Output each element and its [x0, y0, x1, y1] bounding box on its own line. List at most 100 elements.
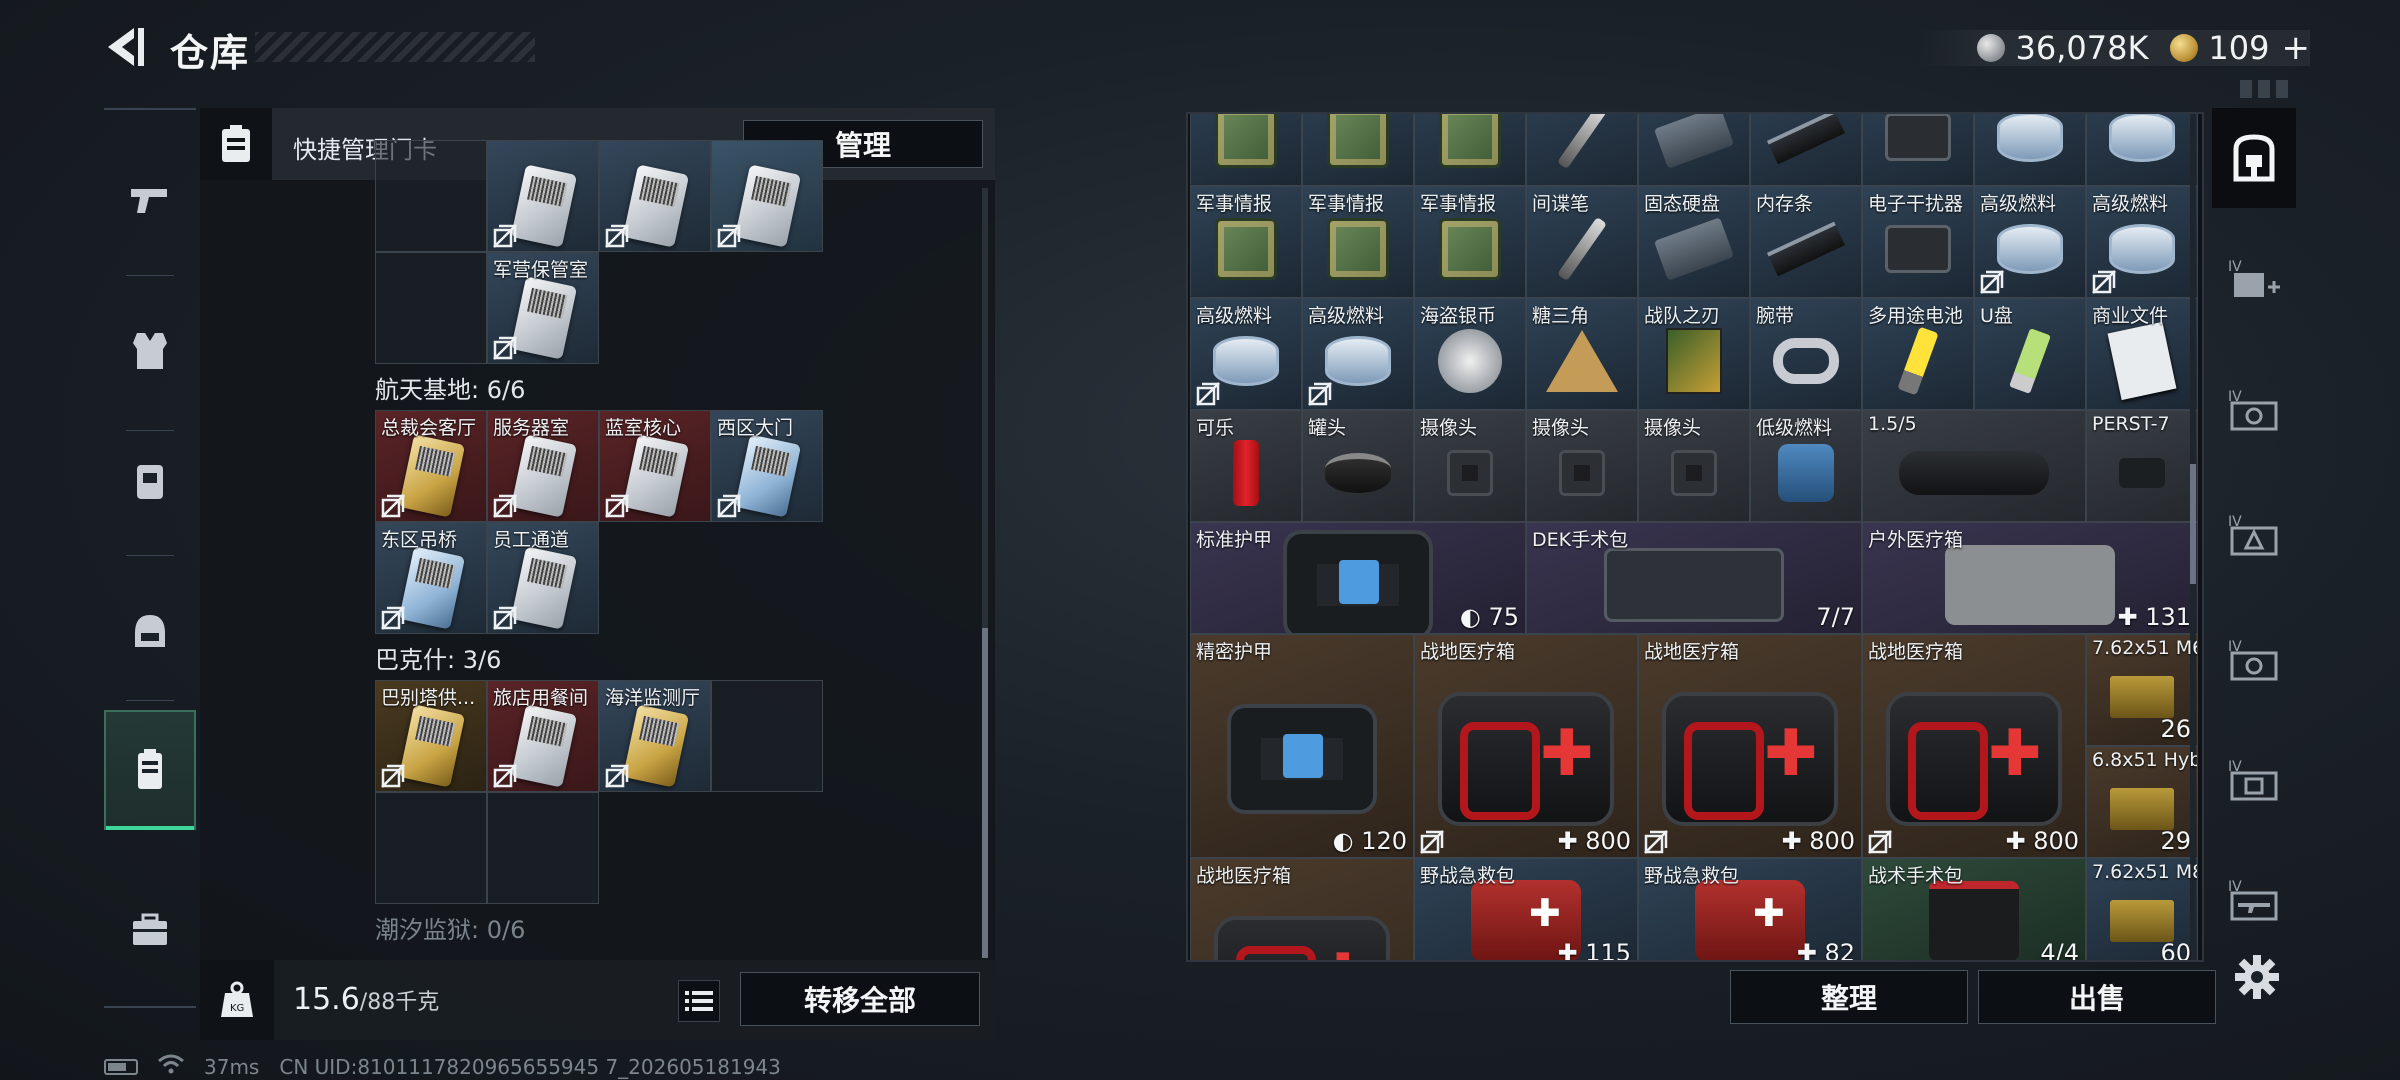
stash-tab-iv-4[interactable]: IV: [2212, 728, 2296, 828]
stash-item[interactable]: DEK手术包 7/7: [1526, 522, 1862, 634]
card-holder-icon-box: [200, 108, 272, 180]
keycard-scrollbar-thumb[interactable]: [982, 628, 988, 958]
stash-item-name: 内存条: [1756, 193, 1814, 215]
stash-item[interactable]: 精密护甲 ◐ 120: [1190, 634, 1414, 858]
nav-keycards[interactable]: [104, 710, 196, 830]
stash-tab-iv-2[interactable]: IV: [2212, 483, 2296, 583]
stash-item[interactable]: 内存条: [1750, 186, 1862, 298]
empty-keycard-slot[interactable]: [375, 792, 487, 904]
safe-box-icon: [2233, 134, 2275, 182]
empty-keycard-slot[interactable]: [711, 680, 823, 792]
stash-item[interactable]: 固态硬盘: [1638, 186, 1750, 298]
keycard-slot[interactable]: 旅店用餐间: [487, 680, 599, 792]
keycard-slot[interactable]: [487, 140, 599, 252]
stash-item[interactable]: 标准护甲 ◐ 75: [1190, 522, 1526, 634]
keycard-slot[interactable]: [599, 140, 711, 252]
stash-item[interactable]: [1750, 114, 1862, 186]
unbindable-icon: [717, 494, 741, 518]
back-button[interactable]: [100, 22, 150, 72]
keycard-slot[interactable]: 员工通道: [487, 522, 599, 634]
stash-tab-iv-3[interactable]: IV: [2212, 608, 2296, 708]
stash-item[interactable]: PERST-7: [2086, 410, 2198, 522]
nav-gear[interactable]: [104, 570, 196, 690]
keycard-slot[interactable]: 海洋监测厅: [599, 680, 711, 792]
sort-button[interactable]: 整理: [1730, 970, 1968, 1024]
stash-item[interactable]: 低级燃料: [1750, 410, 1862, 522]
stash-tab-iv-1[interactable]: IV: [2212, 358, 2296, 458]
stash-item[interactable]: 军事情报: [1190, 186, 1302, 298]
stash-item[interactable]: 电子干扰器: [1862, 186, 1974, 298]
band-item-image: [1773, 337, 1839, 384]
stash-item[interactable]: 野战急救包 ✚ 115: [1414, 858, 1638, 960]
stash-item[interactable]: 战地医疗箱 ✚ 800: [1414, 634, 1638, 858]
nav-toolbox[interactable]: [104, 870, 196, 990]
stash-tab-safe[interactable]: [2212, 108, 2296, 208]
stash-item[interactable]: 摄像头: [1638, 410, 1750, 522]
keycard-slot[interactable]: 总裁会客厅: [375, 410, 487, 522]
empty-keycard-slot[interactable]: [375, 252, 487, 364]
stash-item[interactable]: 商业文件: [2086, 298, 2198, 410]
stash-item[interactable]: [1638, 114, 1750, 186]
stash-tab-iv-5[interactable]: IV: [2212, 848, 2296, 948]
keycard-slot[interactable]: 军营保管室: [487, 252, 599, 364]
stash-tab-add[interactable]: IV: [2212, 228, 2296, 328]
stash-item[interactable]: 野战急救包 ✚ 82: [1638, 858, 1862, 960]
stash-item[interactable]: 7.62x51 M62 26: [2086, 634, 2198, 746]
stash-item[interactable]: 战地医疗箱: [1190, 858, 1414, 960]
stash-item[interactable]: 腕带: [1750, 298, 1862, 410]
stash-item[interactable]: 高级燃料: [2086, 186, 2198, 298]
stash-item[interactable]: 罐头: [1302, 410, 1414, 522]
stash-item[interactable]: [1526, 114, 1638, 186]
nav-weapons[interactable]: [104, 140, 196, 260]
add-currency-button[interactable]: +: [2282, 28, 2311, 68]
empty-keycard-slot[interactable]: [487, 792, 599, 904]
transfer-all-button[interactable]: 转移全部: [740, 972, 980, 1026]
stash-item[interactable]: 户外医疗箱 ✚ 131: [1862, 522, 2198, 634]
keycard-slot[interactable]: 巴别塔供...: [375, 680, 487, 792]
stash-item[interactable]: 海盗银币: [1414, 298, 1526, 410]
keycard-slot[interactable]: [711, 140, 823, 252]
weight-capacity: /88千克: [359, 990, 440, 1015]
stash-item[interactable]: [1862, 114, 1974, 186]
stash-item[interactable]: [1974, 114, 2086, 186]
nav-backpack[interactable]: [104, 420, 196, 540]
stash-item[interactable]: 摄像头: [1414, 410, 1526, 522]
keycard-image: [510, 164, 578, 248]
stash-item[interactable]: 军事情报: [1414, 186, 1526, 298]
stash-item[interactable]: 6.8x51 Hybrid 29: [2086, 746, 2198, 858]
stash-item[interactable]: 战队之刃: [1638, 298, 1750, 410]
stash-item[interactable]: 摄像头: [1526, 410, 1638, 522]
stash-item[interactable]: [1414, 114, 1526, 186]
stash-item-name: 高级燃料: [2092, 193, 2169, 215]
stash-item[interactable]: 高级燃料: [1974, 186, 2086, 298]
empty-keycard-slot[interactable]: [375, 140, 487, 252]
stash-item[interactable]: 战地医疗箱 ✚ 800: [1638, 634, 1862, 858]
stash-scrollbar-thumb[interactable]: [2190, 464, 2196, 584]
list-view-button[interactable]: [678, 980, 720, 1022]
stash-item[interactable]: 高级燃料: [1302, 298, 1414, 410]
keycard-slot[interactable]: 蓝室核心: [599, 410, 711, 522]
stash-item[interactable]: 军事情报: [1302, 186, 1414, 298]
keycard-slot[interactable]: 东区吊桥: [375, 522, 487, 634]
stash-item[interactable]: 战术手术包 4/4: [1862, 858, 2086, 960]
durability-shield-icon: ◐: [1459, 603, 1489, 631]
stash-item[interactable]: 战地医疗箱 ✚ 800: [1862, 634, 2086, 858]
stash-item[interactable]: 糖三角: [1526, 298, 1638, 410]
gold-currency[interactable]: 109 +: [2170, 28, 2310, 68]
stash-item[interactable]: 间谍笔: [1526, 186, 1638, 298]
keycard-panel-footer: KG 15.6/88千克 转移全部: [200, 960, 995, 1040]
stash-item[interactable]: 高级燃料: [1190, 298, 1302, 410]
stash-item[interactable]: [1190, 114, 1302, 186]
stash-item[interactable]: 可乐: [1190, 410, 1302, 522]
stash-item[interactable]: [1302, 114, 1414, 186]
stash-item[interactable]: U盘: [1974, 298, 2086, 410]
sell-button[interactable]: 出售: [1978, 970, 2216, 1024]
stash-item[interactable]: 7.62x51 M80 60: [2086, 858, 2198, 960]
keycard-slot[interactable]: 服务器室: [487, 410, 599, 522]
stash-item[interactable]: 1.5/5: [1862, 410, 2086, 522]
settings-button[interactable]: [2232, 952, 2282, 1002]
keycard-slot[interactable]: 西区大门: [711, 410, 823, 522]
nav-armor[interactable]: [104, 290, 196, 410]
stash-item[interactable]: [2086, 114, 2198, 186]
stash-item[interactable]: 多用途电池: [1862, 298, 1974, 410]
